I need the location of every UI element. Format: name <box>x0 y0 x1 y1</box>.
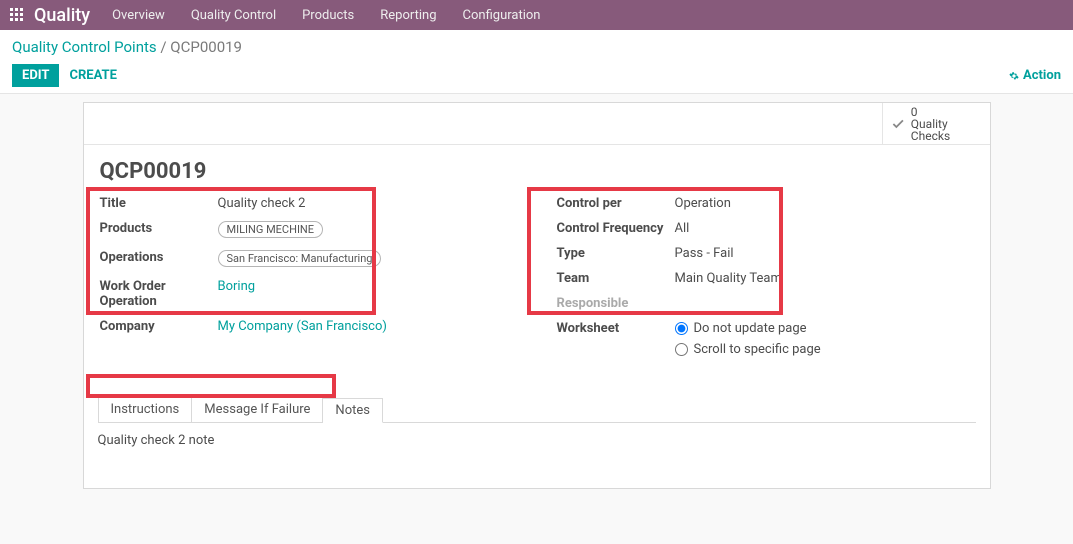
workorder-label: Work Order Operation <box>100 279 218 309</box>
worksheet-option-no-update[interactable]: Do not update page <box>675 321 821 336</box>
worksheet-opt2-label: Scroll to specific page <box>694 342 821 357</box>
worksheet-radio-1[interactable] <box>675 322 688 335</box>
check-icon <box>891 116 905 132</box>
tab-message-if-failure[interactable]: Message If Failure <box>192 397 323 422</box>
breadcrumb-sep: / <box>157 38 171 56</box>
worksheet-option-scroll[interactable]: Scroll to specific page <box>675 342 821 357</box>
menu-overview[interactable]: Overview <box>112 8 165 23</box>
menu-quality-control[interactable]: Quality Control <box>191 8 276 23</box>
highlight-tabs <box>86 374 336 398</box>
team-value: Main Quality Team <box>675 271 782 286</box>
quality-checks-stat-button[interactable]: 0 Quality Checks <box>882 103 990 144</box>
products-label: Products <box>100 221 218 236</box>
products-tag[interactable]: MILING MECHINE <box>218 221 324 238</box>
operations-label: Operations <box>100 250 218 265</box>
app-brand: Quality <box>34 5 90 26</box>
title-value: Quality check 2 <box>218 196 306 211</box>
company-label: Company <box>100 319 218 334</box>
workorder-value[interactable]: Boring <box>218 279 256 294</box>
responsible-label: Responsible <box>557 296 675 311</box>
team-label: Team <box>557 271 675 286</box>
tab-instructions[interactable]: Instructions <box>98 397 193 422</box>
action-label: Action <box>1023 68 1061 83</box>
worksheet-opt1-label: Do not update page <box>694 321 807 336</box>
action-dropdown[interactable]: Action <box>1009 68 1061 83</box>
stat-label: Quality Checks <box>911 118 982 142</box>
record-name: QCP00019 <box>100 159 974 184</box>
notes-content: Quality check 2 note <box>84 423 990 458</box>
menu-products[interactable]: Products <box>302 8 354 23</box>
worksheet-label: Worksheet <box>557 321 675 336</box>
tab-notes[interactable]: Notes <box>323 398 383 423</box>
breadcrumb: Quality Control Points / QCP00019 <box>12 38 1061 56</box>
controlper-value: Operation <box>675 196 731 211</box>
menu-configuration[interactable]: Configuration <box>463 8 541 23</box>
menu-reporting[interactable]: Reporting <box>380 8 436 23</box>
freq-value: All <box>675 221 690 236</box>
type-label: Type <box>557 246 675 261</box>
operations-tag[interactable]: San Francisco: Manufacturing <box>218 250 382 267</box>
edit-button[interactable]: EDIT <box>12 64 59 87</box>
breadcrumb-current: QCP00019 <box>170 38 242 56</box>
worksheet-radio-2[interactable] <box>675 343 688 356</box>
create-button[interactable]: CREATE <box>69 68 116 83</box>
gear-icon <box>1009 71 1019 81</box>
type-value: Pass - Fail <box>675 246 734 261</box>
controlper-label: Control per <box>557 196 675 211</box>
stat-count: 0 <box>911 106 982 118</box>
apps-icon[interactable] <box>10 8 24 22</box>
breadcrumb-link[interactable]: Quality Control Points <box>12 38 157 56</box>
freq-label: Control Frequency <box>557 221 675 236</box>
title-label: Title <box>100 196 218 211</box>
company-value[interactable]: My Company (San Francisco) <box>218 319 387 334</box>
